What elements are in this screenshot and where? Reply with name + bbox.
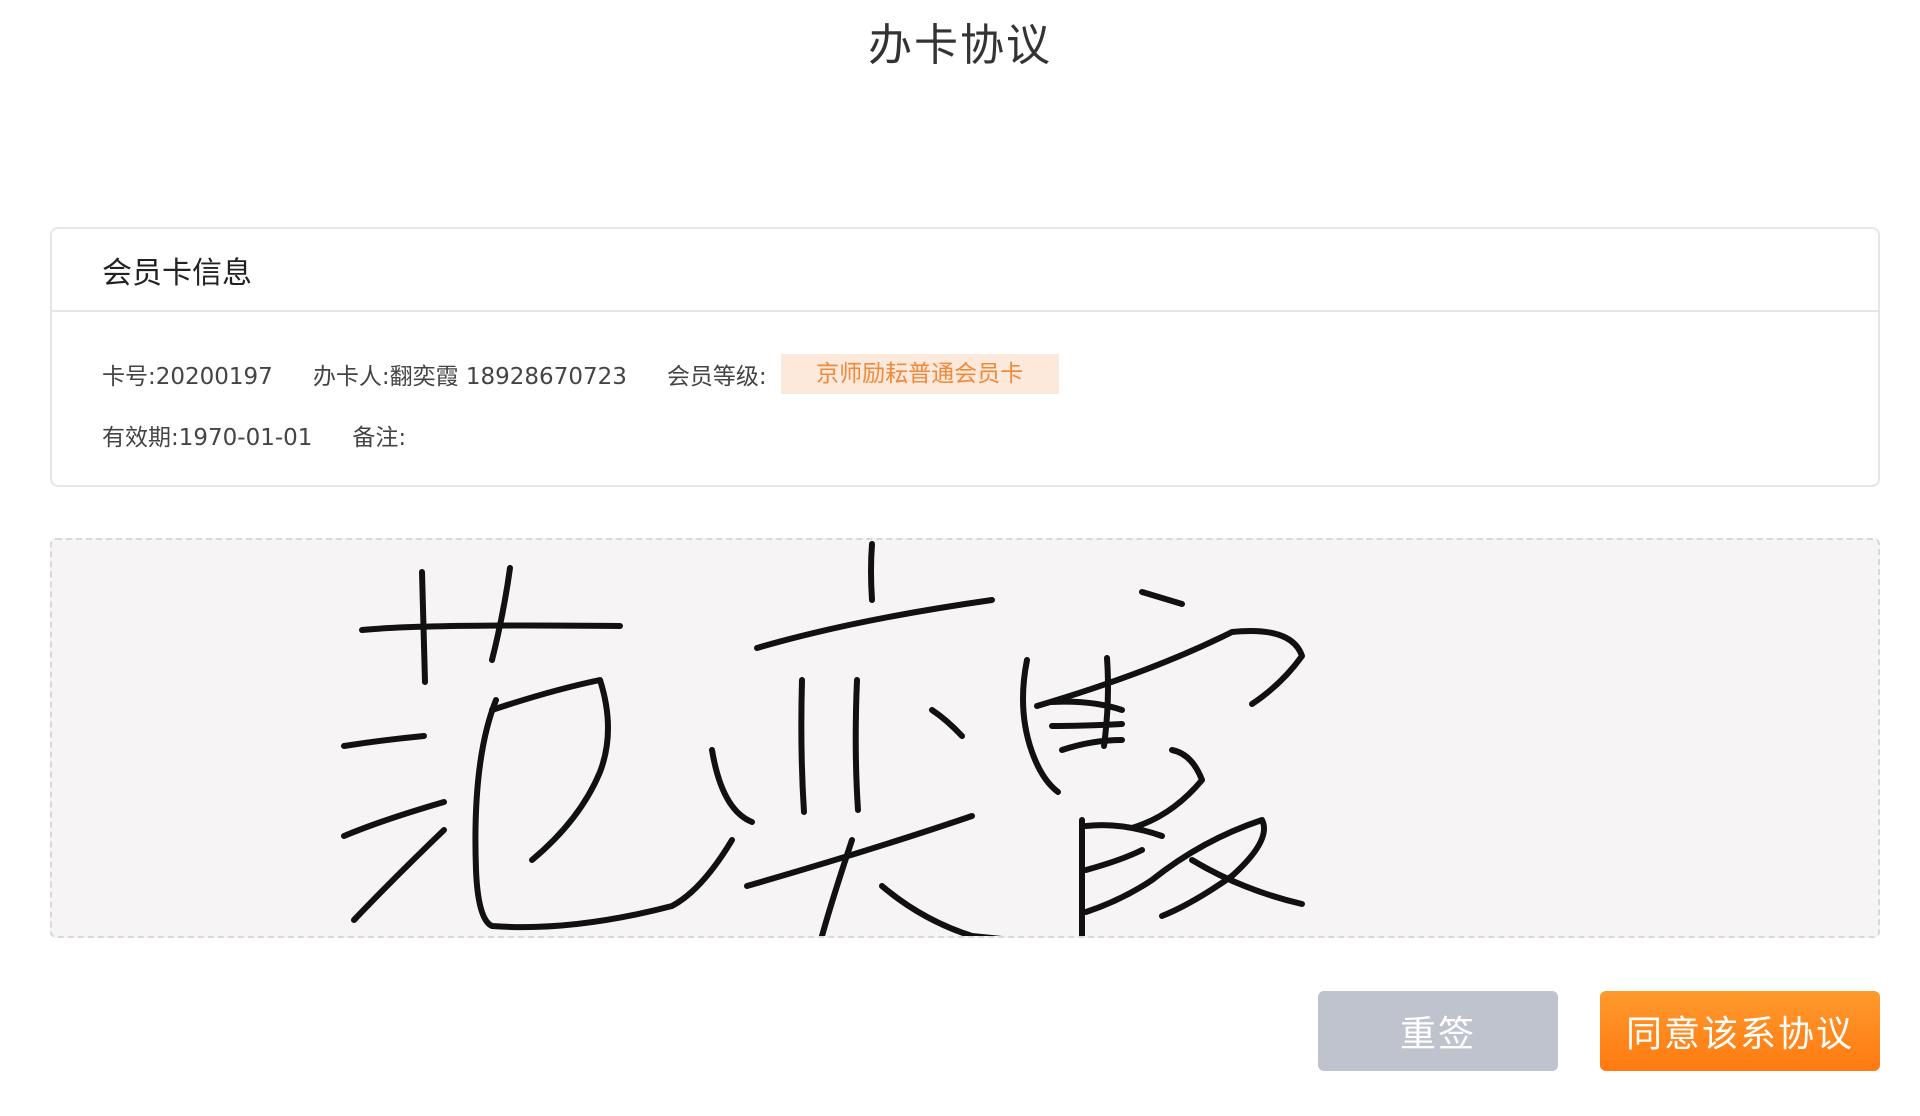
agreement-page: 办卡协议 会员卡信息 卡号:20200197 办卡人:翻奕霞 189286707… [0, 0, 1920, 1116]
card-info-row-2: 有效期:1970-01-01 备注: [102, 415, 1878, 455]
member-level-badge: 京师励耘普通会员卡 [780, 354, 1059, 394]
card-applicant: 办卡人:翻奕霞 18928670723 [312, 364, 627, 390]
card-info-row-1: 卡号:20200197 办卡人:翻奕霞 18928670723 会员等级: 京师… [102, 354, 1878, 394]
handwritten-signature [341, 541, 1305, 936]
card-info-title: 会员卡信息 [52, 229, 1878, 312]
member-card-info-panel: 会员卡信息 卡号:20200197 办卡人:翻奕霞 18928670723 会员… [50, 227, 1880, 487]
card-valid-until: 有效期:1970-01-01 [102, 425, 313, 451]
member-level-label: 会员等级: [666, 364, 767, 390]
card-remark: 备注: [352, 425, 407, 451]
agree-agreement-button[interactable]: 同意该系协议 [1600, 991, 1880, 1071]
card-info-body: 卡号:20200197 办卡人:翻奕霞 18928670723 会员等级: 京师… [52, 312, 1878, 455]
page-title: 办卡协议 [868, 20, 1052, 71]
card-number: 卡号:20200197 [102, 364, 273, 390]
resign-button[interactable]: 重签 [1318, 991, 1558, 1071]
signature-pad[interactable] [50, 538, 1880, 938]
